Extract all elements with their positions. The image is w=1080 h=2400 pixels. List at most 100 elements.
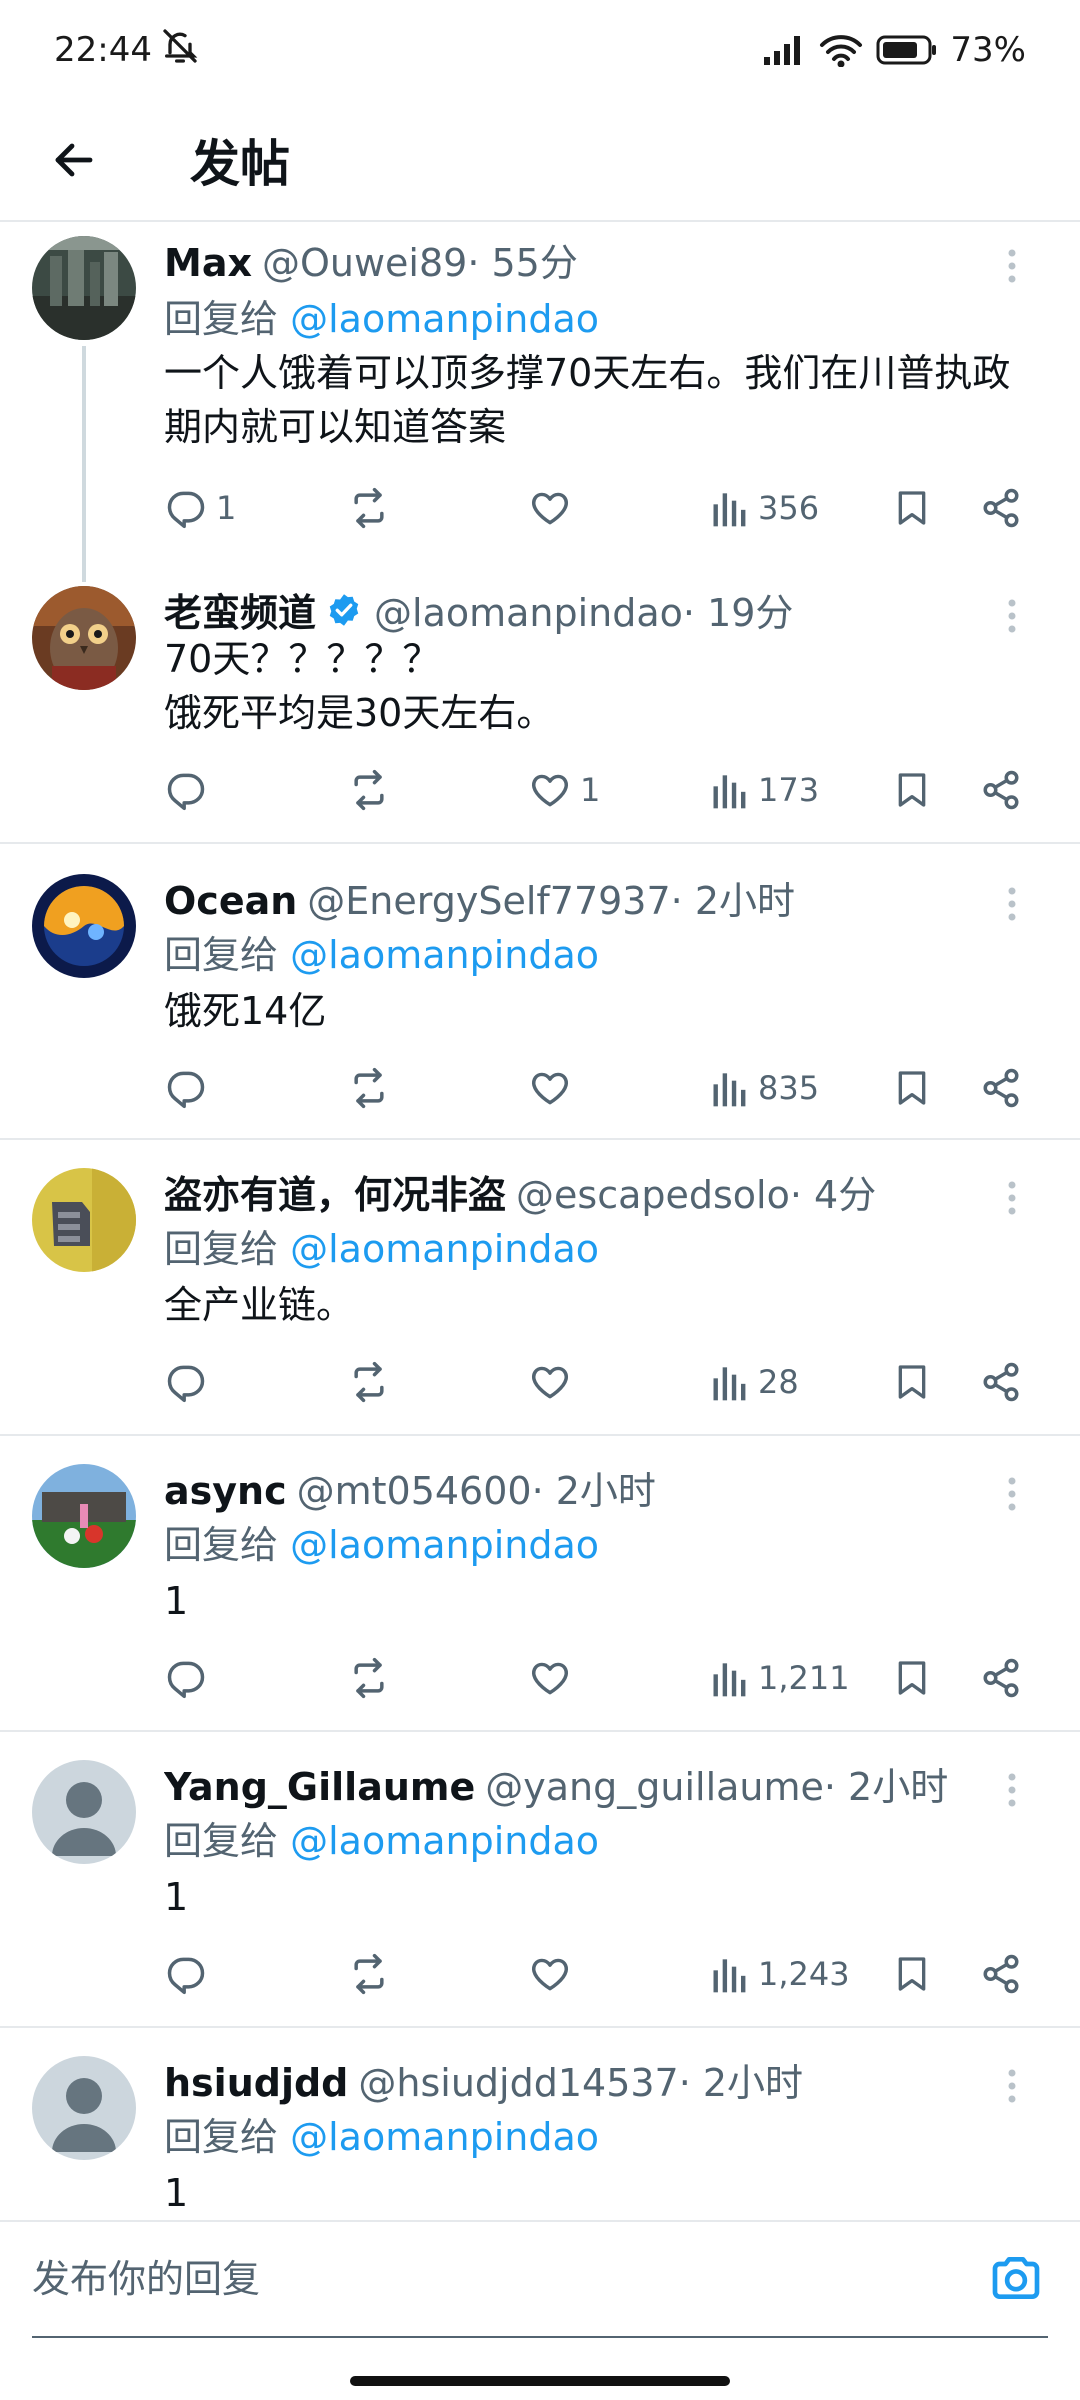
avatar[interactable] bbox=[32, 2056, 136, 2160]
tweet-item[interactable]: 老蛮频道 @laomanpindao · 19分 70天？？？？？ 饿死平均是3… bbox=[0, 560, 1080, 844]
reply-mention[interactable]: @laomanpindao bbox=[290, 933, 599, 977]
bookmark-button[interactable] bbox=[892, 478, 932, 538]
reply-button[interactable] bbox=[164, 760, 216, 820]
retweet-button[interactable] bbox=[346, 1648, 400, 1708]
views-button[interactable]: 1,211 bbox=[710, 1648, 850, 1708]
bookmark-button[interactable] bbox=[892, 1058, 932, 1118]
author-handle[interactable]: @laomanpindao bbox=[374, 591, 683, 635]
camera-button[interactable] bbox=[988, 2250, 1044, 2310]
share-button[interactable] bbox=[980, 1648, 1022, 1708]
avatar[interactable] bbox=[32, 236, 136, 340]
retweet-button[interactable] bbox=[346, 478, 400, 538]
page-title: 发帖 bbox=[190, 135, 290, 193]
like-button[interactable] bbox=[528, 1352, 580, 1412]
views-button[interactable]: 1,243 bbox=[710, 1944, 850, 2004]
more-button[interactable] bbox=[992, 1760, 1032, 1820]
more-button[interactable] bbox=[992, 874, 1032, 934]
tweet-header: 盗亦有道，何况非盗 @escapedsolo · 4分 bbox=[164, 1164, 990, 1219]
author-name[interactable]: Max bbox=[164, 241, 252, 285]
retweet-button[interactable] bbox=[346, 1352, 400, 1412]
more-button[interactable] bbox=[992, 1464, 1032, 1524]
more-vertical-icon bbox=[1008, 599, 1016, 633]
share-button[interactable] bbox=[980, 1352, 1022, 1412]
author-handle[interactable]: @yang_guillaume bbox=[485, 1765, 824, 1809]
back-button[interactable] bbox=[38, 124, 110, 196]
more-vertical-icon bbox=[1008, 1477, 1016, 1511]
retweet-button[interactable] bbox=[346, 1944, 400, 2004]
share-button[interactable] bbox=[980, 1058, 1022, 1118]
reply-icon bbox=[167, 1071, 205, 1109]
author-name[interactable]: Yang_Gillaume bbox=[164, 1765, 475, 1809]
tweet-item[interactable]: hsiudjdd @hsiudjdd14537 · 2小时 回复给 @laoma… bbox=[0, 2028, 1080, 2220]
tweet-item[interactable]: 盗亦有道，何况非盗 @escapedsolo · 4分 回复给 @laomanp… bbox=[0, 1140, 1080, 1436]
like-button[interactable]: 1 bbox=[528, 760, 600, 820]
share-icon bbox=[983, 1362, 1019, 1402]
author-name[interactable]: hsiudjdd bbox=[164, 2061, 348, 2105]
more-button[interactable] bbox=[992, 236, 1032, 296]
tweet-header: hsiudjdd @hsiudjdd14537 · 2小时 bbox=[164, 2052, 990, 2107]
author-handle[interactable]: @hsiudjdd14537 bbox=[358, 2061, 678, 2105]
reply-button[interactable] bbox=[164, 1648, 216, 1708]
reply-mention[interactable]: @laomanpindao bbox=[290, 2115, 599, 2159]
battery-icon bbox=[876, 34, 938, 66]
like-button[interactable] bbox=[528, 1944, 580, 2004]
tweet-item[interactable]: Ocean @EnergySelf77937 · 2小时 回复给 @laoman… bbox=[0, 844, 1080, 1140]
share-button[interactable] bbox=[980, 760, 1022, 820]
reply-composer: 发布你的回复 bbox=[0, 2220, 1080, 2338]
author-handle[interactable]: @EnergySelf77937 bbox=[307, 879, 670, 923]
views-button[interactable]: 356 bbox=[710, 478, 819, 538]
author-handle[interactable]: @mt054600 bbox=[297, 1469, 532, 1513]
views-button[interactable]: 835 bbox=[710, 1058, 819, 1118]
author-name[interactable]: Ocean bbox=[164, 879, 297, 923]
views-button[interactable]: 173 bbox=[710, 760, 819, 820]
more-button[interactable] bbox=[992, 1168, 1032, 1228]
reply-button[interactable] bbox=[164, 1058, 216, 1118]
share-button[interactable] bbox=[980, 1944, 1022, 2004]
like-button[interactable] bbox=[528, 1058, 580, 1118]
author-name[interactable]: async bbox=[164, 1469, 287, 1513]
reply-mention[interactable]: @laomanpindao bbox=[290, 297, 599, 341]
reply-mention[interactable]: @laomanpindao bbox=[290, 1819, 599, 1863]
more-button[interactable] bbox=[992, 2056, 1032, 2116]
avatar[interactable] bbox=[32, 1168, 136, 1272]
reply-button[interactable] bbox=[164, 1944, 216, 2004]
heart-icon bbox=[532, 1958, 568, 1991]
bookmark-icon bbox=[898, 1071, 926, 1105]
home-indicator[interactable] bbox=[350, 2376, 730, 2386]
reply-button[interactable] bbox=[164, 1352, 216, 1412]
views-chart-icon bbox=[713, 1367, 746, 1401]
author-name[interactable]: 老蛮频道 bbox=[164, 582, 316, 637]
like-button[interactable] bbox=[528, 478, 580, 538]
avatar[interactable] bbox=[32, 1760, 136, 1864]
verified-badge-icon bbox=[326, 592, 362, 628]
avatar[interactable] bbox=[32, 874, 136, 978]
tweet-text: 1 bbox=[164, 2171, 189, 2215]
tweet-item[interactable]: async @mt054600 · 2小时 回复给 @laomanpindao … bbox=[0, 1436, 1080, 1732]
bookmark-button[interactable] bbox=[892, 1944, 932, 2004]
like-button[interactable] bbox=[528, 1648, 580, 1708]
avatar[interactable] bbox=[32, 1464, 136, 1568]
bookmark-button[interactable] bbox=[892, 760, 932, 820]
share-button[interactable] bbox=[980, 478, 1022, 538]
view-count: 173 bbox=[758, 771, 820, 809]
reply-mention[interactable]: @laomanpindao bbox=[290, 1227, 599, 1271]
author-handle[interactable]: @Ouwei89 bbox=[262, 241, 467, 285]
reply-button[interactable]: 1 bbox=[164, 478, 236, 538]
views-button[interactable]: 28 bbox=[710, 1352, 799, 1412]
bookmark-button[interactable] bbox=[892, 1648, 932, 1708]
tweet-item[interactable]: Yang_Gillaume @yang_guillaume · 2小时 回复给 … bbox=[0, 1732, 1080, 2028]
reply-icon bbox=[167, 1661, 205, 1699]
bookmark-icon bbox=[898, 773, 926, 807]
bookmark-button[interactable] bbox=[892, 1352, 932, 1412]
author-handle[interactable]: @escapedsolo bbox=[516, 1173, 790, 1217]
tweet-item[interactable]: Max @Ouwei89 · 55分 回复给 @laomanpindao 一个人… bbox=[0, 222, 1080, 582]
action-bar: 1,243 bbox=[164, 1944, 1034, 2004]
reply-input[interactable]: 发布你的回复 bbox=[32, 2248, 260, 2303]
reply-mention[interactable]: @laomanpindao bbox=[290, 1523, 599, 1567]
retweet-button[interactable] bbox=[346, 760, 400, 820]
view-count: 1,211 bbox=[758, 1659, 850, 1697]
avatar[interactable] bbox=[32, 586, 136, 690]
tweet-header: Yang_Gillaume @yang_guillaume · 2小时 bbox=[164, 1756, 990, 1811]
retweet-button[interactable] bbox=[346, 1058, 400, 1118]
author-name[interactable]: 盗亦有道，何况非盗 bbox=[164, 1164, 506, 1219]
